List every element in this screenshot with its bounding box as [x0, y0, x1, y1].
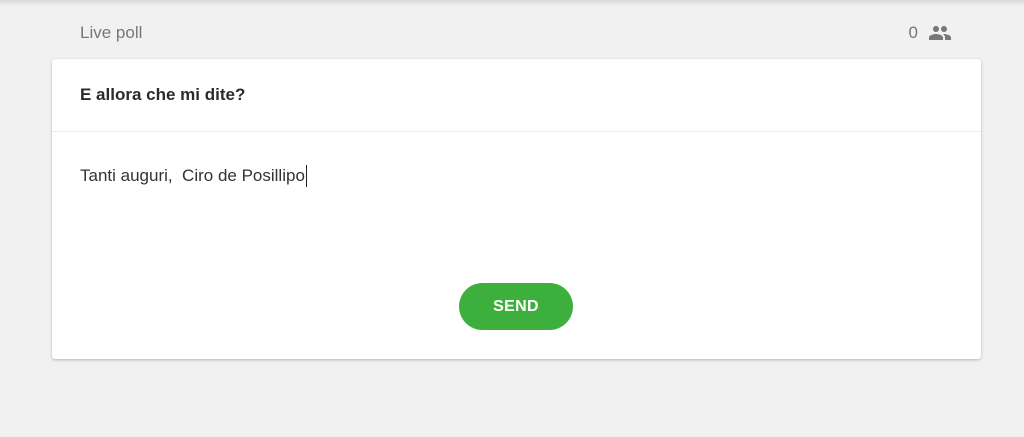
participant-count: 0 [908, 23, 918, 42]
send-button[interactable]: SEND [459, 283, 573, 330]
divider [52, 131, 981, 132]
text-caret [305, 165, 307, 187]
participants-indicator: 0 [909, 21, 952, 45]
poll-header: Live poll 0 [80, 20, 952, 46]
poll-question: E allora che mi dite? [80, 85, 246, 104]
answer-text: Tanti auguri, Ciro de Posillipo [80, 166, 305, 185]
page-title: Live poll [80, 23, 143, 42]
people-icon [929, 26, 951, 40]
answer-input[interactable]: Tanti auguri, Ciro de Posillipo [80, 163, 950, 189]
poll-card: E allora che mi dite? Tanti auguri, Ciro… [52, 59, 981, 359]
top-shadow [0, 0, 1024, 6]
